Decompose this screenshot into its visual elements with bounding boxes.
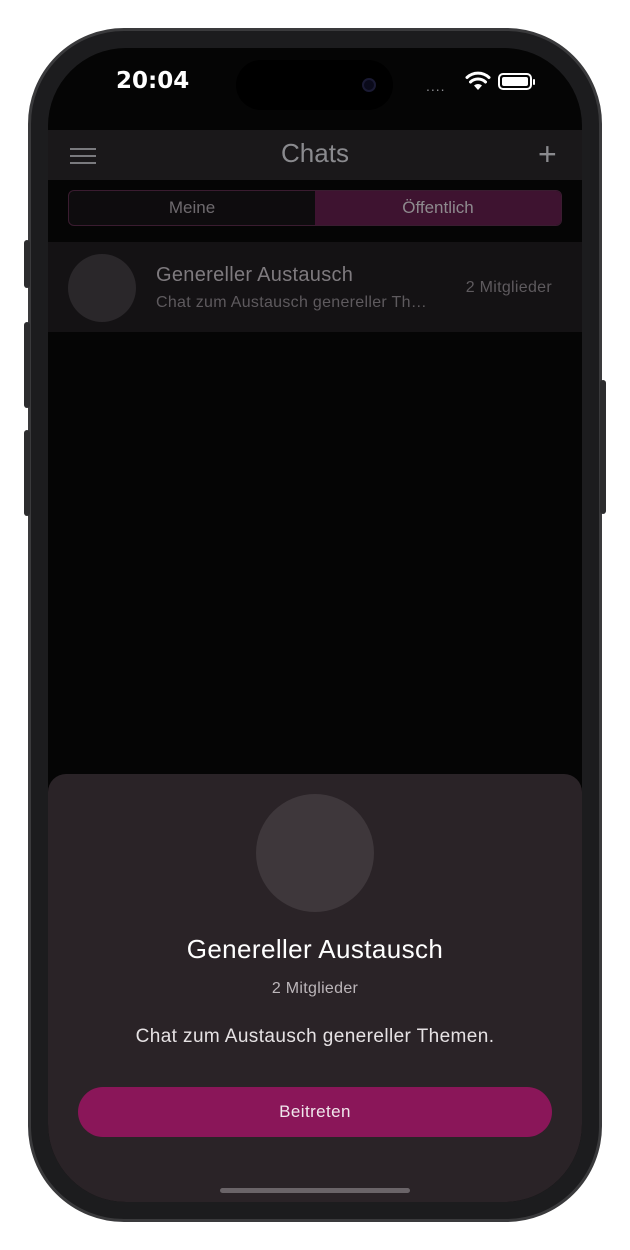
chat-member-count: 2 Mitglieder [465, 279, 552, 296]
add-chat-button[interactable]: + [538, 138, 557, 170]
avatar [256, 794, 374, 912]
volume-down-button [24, 430, 30, 516]
power-button [600, 380, 606, 514]
segmented-tabs: Meine Öffentlich [68, 190, 562, 226]
sheet-title: Genereller Austausch [186, 934, 444, 964]
join-button[interactable]: Beitreten [78, 1087, 552, 1137]
avatar [68, 254, 136, 322]
app-screen: 20:04 .... Chats + Meine Öffentlich Gene… [48, 48, 582, 1202]
volume-up-button [24, 322, 30, 408]
chat-name: Genereller Austausch [156, 264, 354, 286]
chat-detail-sheet: Genereller Austausch 2 Mitglieder Chat z… [48, 774, 582, 1202]
sheet-member-count: 2 Mitglieder [271, 980, 359, 997]
list-item[interactable]: Genereller Austausch Chat zum Austausch … [48, 242, 582, 332]
tab-oeffentlich[interactable]: Öffentlich [315, 191, 561, 225]
tab-meine[interactable]: Meine [69, 191, 315, 225]
action-button [24, 240, 30, 288]
chat-preview: Chat zum Austausch genereller Themen. [156, 294, 428, 311]
home-indicator[interactable] [220, 1188, 410, 1193]
sheet-description: Chat zum Austausch genereller Themen. [135, 1026, 495, 1047]
page-title: Chats [281, 138, 349, 168]
